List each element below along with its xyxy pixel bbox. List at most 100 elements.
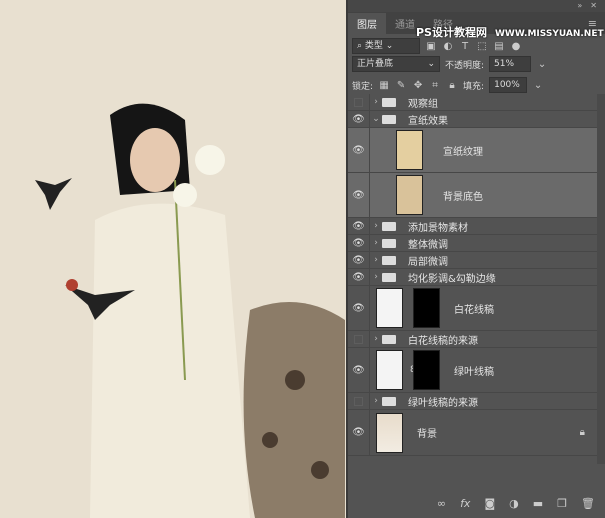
layers-scrollbar[interactable] <box>597 94 605 464</box>
folder-icon <box>382 114 396 124</box>
collapse-icon[interactable]: » <box>577 0 582 12</box>
close-icon[interactable]: ✕ <box>590 0 597 12</box>
layer-name: 白花线稿的来源 <box>408 335 478 347</box>
opacity-dropdown-icon[interactable]: ⌄ <box>536 59 548 70</box>
folder-icon <box>382 255 396 265</box>
filter-kind-value: 类型 <box>364 41 383 51</box>
layer-row[interactable]: 👁︎ › 添加景物素材 <box>348 218 597 235</box>
chevron-right-icon[interactable]: › <box>370 221 382 231</box>
blend-mode-value: 正片叠底 <box>357 59 394 69</box>
visibility-off-toggle[interactable] <box>348 393 370 409</box>
layer-mask-thumbnail <box>413 350 440 390</box>
blend-mode-select[interactable]: 正片叠底 ⌄ <box>352 56 440 72</box>
chevron-right-icon[interactable]: › <box>370 272 382 282</box>
folder-icon <box>382 272 396 282</box>
layer-row[interactable]: 👁︎ 背景底色 <box>348 173 597 218</box>
opacity-input[interactable]: 51% <box>489 56 532 72</box>
layer-row[interactable]: › 白花线稿的来源 <box>348 331 597 348</box>
lock-label: 锁定: <box>352 81 374 92</box>
lock-image-icon[interactable]: ✎ <box>395 80 407 91</box>
layer-thumbnail <box>396 175 423 215</box>
layer-name: 绿叶线稿的来源 <box>408 397 478 409</box>
fill-input[interactable]: 100% <box>489 77 528 93</box>
new-layer-icon[interactable]: ❐ <box>557 497 567 510</box>
filter-kind-select[interactable]: ⌕ 类型 ⌄ <box>352 38 420 54</box>
layer-name: 绿叶线稿 <box>454 366 494 378</box>
visibility-eye-icon[interactable]: 👁︎ <box>348 218 370 234</box>
delete-layer-icon[interactable]: 🗑︎ <box>581 497 595 510</box>
layer-thumbnail <box>376 350 403 390</box>
document-canvas[interactable] <box>0 0 346 518</box>
panel-titlebar: » ✕ <box>348 0 605 12</box>
layer-row[interactable]: 👁︎ › 均化影调&勾勒边缘 <box>348 269 597 286</box>
opacity-label: 不透明度: <box>445 60 485 71</box>
pixel-filter-icon[interactable]: ▣ <box>425 41 437 52</box>
photo-artwork <box>0 0 346 518</box>
visibility-eye-icon[interactable]: 👁︎ <box>348 286 370 330</box>
layer-row[interactable]: 👁︎ 宣纸纹理 <box>348 128 597 173</box>
folder-icon <box>382 97 396 107</box>
filter-toggle-icon[interactable]: ● <box>510 41 522 52</box>
visibility-off-toggle[interactable] <box>348 331 370 347</box>
layer-row[interactable]: › 观察组 <box>348 94 597 111</box>
layer-name: 宣纸效果 <box>408 115 448 127</box>
chevron-down-icon[interactable]: ⌄ <box>370 114 382 124</box>
layer-name: 添加景物素材 <box>408 222 468 234</box>
lock-position-icon[interactable]: ✥ <box>412 80 424 91</box>
layer-row[interactable]: 👁︎ 背景 🔒︎ <box>348 410 597 456</box>
chevron-right-icon[interactable]: › <box>370 238 382 248</box>
new-group-icon[interactable]: ▬ <box>533 497 543 510</box>
layers-panel: » ✕ 图层 通道 路径 ≡ PS设计教程网 WWW.MISSYUAN.NET ⌕ … <box>346 0 605 518</box>
layer-row[interactable]: 👁︎8绿叶线稿 <box>348 348 597 393</box>
layer-row[interactable]: 👁︎ › 整体微调 <box>348 235 597 252</box>
layer-name: 局部微调 <box>408 256 448 268</box>
panel-footer: ∞ fx ◙ ◑ ▬ ❐ 🗑︎ <box>437 497 595 510</box>
tab-layers[interactable]: 图层 <box>348 13 386 34</box>
visibility-eye-icon[interactable]: 👁︎ <box>348 252 370 268</box>
folder-icon <box>382 334 396 344</box>
layer-thumbnail <box>376 412 403 453</box>
chevron-right-icon[interactable]: › <box>370 255 382 265</box>
fx-icon[interactable]: fx <box>460 497 470 510</box>
layer-mask-thumbnail <box>413 288 440 328</box>
layer-name: 均化影调&勾勒边缘 <box>408 273 496 285</box>
layer-name: 整体微调 <box>408 239 448 251</box>
visibility-eye-icon[interactable]: 👁︎ <box>348 111 370 127</box>
shape-filter-icon[interactable]: ⬚ <box>476 41 488 52</box>
layer-name: 宣纸纹理 <box>443 146 483 158</box>
layer-row[interactable]: 👁︎ ⌄ 宣纸效果 <box>348 111 597 128</box>
visibility-eye-icon[interactable]: 👁︎ <box>348 410 370 455</box>
adjustment-layer-icon[interactable]: ◑ <box>509 497 519 510</box>
chevron-right-icon[interactable]: › <box>370 396 382 406</box>
layer-name: 白花线稿 <box>454 304 494 316</box>
visibility-off-toggle[interactable] <box>348 94 370 110</box>
layer-row[interactable]: › 绿叶线稿的来源 <box>348 393 597 410</box>
layer-thumbnail <box>376 288 403 328</box>
folder-icon <box>382 238 396 248</box>
add-mask-icon[interactable]: ◙ <box>484 497 495 510</box>
layer-name: 背景 <box>417 429 437 440</box>
visibility-eye-icon[interactable]: 👁︎ <box>348 173 370 217</box>
layer-thumbnail <box>396 130 423 170</box>
link-layers-icon[interactable]: ∞ <box>437 497 446 510</box>
layer-row[interactable]: 👁︎ › 局部微调 <box>348 252 597 269</box>
fill-dropdown-icon[interactable]: ⌄ <box>532 80 544 91</box>
layer-row[interactable]: 👁︎ 白花线稿 <box>348 286 597 331</box>
chevron-right-icon[interactable]: › <box>370 97 382 107</box>
lock-transparent-icon[interactable]: ▦ <box>378 80 390 91</box>
lock-icon: 🔒︎ <box>579 427 585 438</box>
smart-object-filter-icon[interactable]: ▤ <box>493 41 505 52</box>
visibility-eye-icon[interactable]: 👁︎ <box>348 235 370 251</box>
layers-list: › 观察组 👁︎ ⌄ 宣纸效果 👁︎ 宣纸纹理 👁︎ 背景底色 👁︎ › 添加景物素材 👁︎ › 整体微调 👁… <box>348 94 597 456</box>
chevron-right-icon[interactable]: › <box>370 334 382 344</box>
layer-name: 观察组 <box>408 98 438 110</box>
visibility-eye-icon[interactable]: 👁︎ <box>348 348 370 392</box>
type-filter-icon[interactable]: T <box>459 41 471 52</box>
adjustment-filter-icon[interactable]: ◐ <box>442 41 454 52</box>
lock-artboard-icon[interactable]: ⌗ <box>429 80 441 91</box>
visibility-eye-icon[interactable]: 👁︎ <box>348 128 370 172</box>
layer-name: 背景底色 <box>443 191 483 203</box>
fill-label: 填充: <box>463 81 485 92</box>
visibility-eye-icon[interactable]: 👁︎ <box>348 269 370 285</box>
lock-all-icon[interactable]: 🔒︎ <box>446 80 458 91</box>
